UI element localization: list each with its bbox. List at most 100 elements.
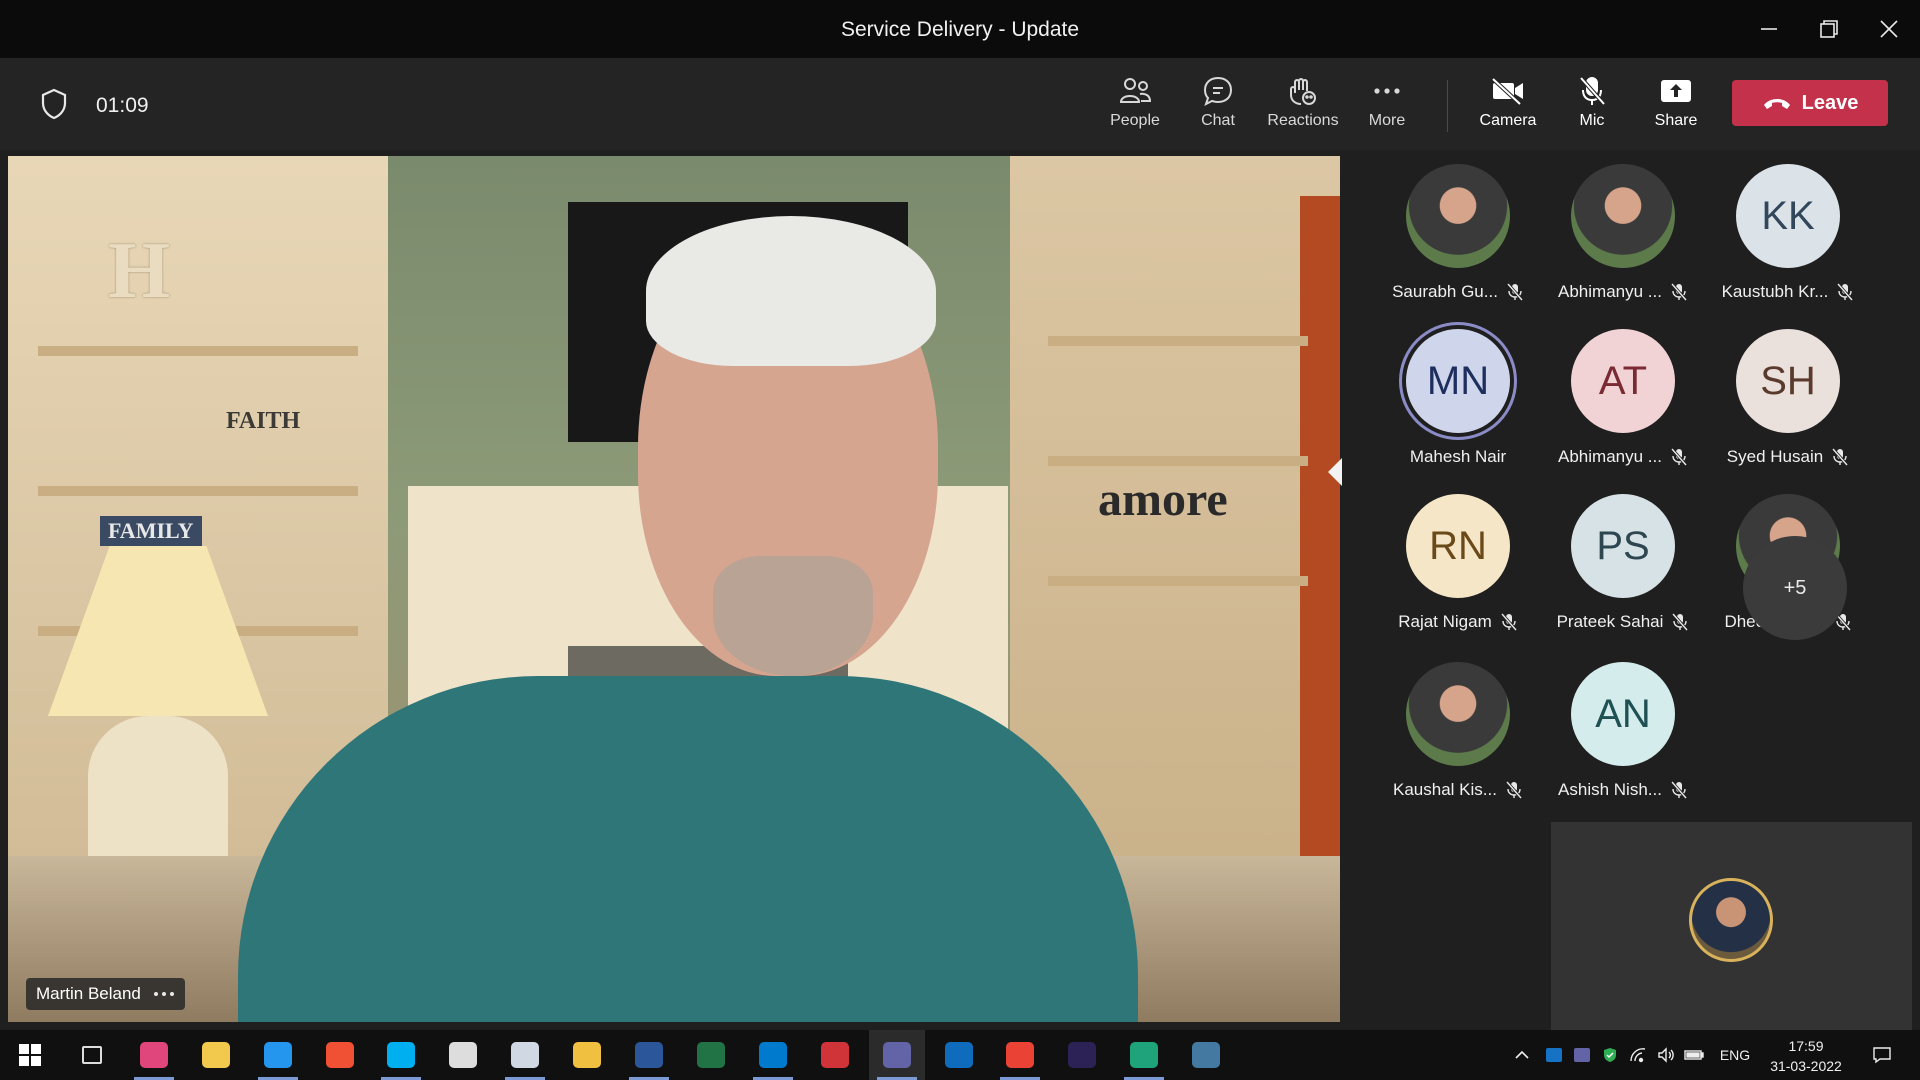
participant-tile[interactable]: AN Ashish Nish... [1548,662,1698,812]
meeting-toolbar: 01:09 People Chat Reactions More Camera … [0,58,1920,150]
share-icon [1636,70,1716,112]
taskbar-word-button[interactable] [621,1030,677,1080]
meeting-timer: 01:09 [96,94,149,117]
shield-icon[interactable] [40,88,68,125]
participant-name-row: Rajat Nigam [1383,612,1533,632]
more-button[interactable]: More [1347,70,1427,140]
box-icon [573,1042,602,1068]
taskbar-outlook-button[interactable] [931,1030,987,1080]
title-bar: Service Delivery - Update [0,0,1920,58]
participant-name: Syed Husain [1726,447,1824,466]
participant-tile[interactable]: KK Kaustubh Kr... [1713,164,1863,314]
participant-tile[interactable]: SH Syed Husain [1713,329,1863,479]
word-icon [635,1042,663,1068]
ellipsis-icon[interactable] [153,991,175,997]
chevron-up-icon[interactable] [1508,1030,1536,1080]
more-label: More [1368,112,1406,129]
participant-name-row: Ashish Nish... [1548,780,1698,800]
speaker-video: H FAITH FAMILY amore Martin Beland [8,156,1340,1022]
mic-muted-icon [1670,448,1688,466]
participant-photo [1571,164,1675,268]
participant-tile[interactable]: AT Abhimanyu ... [1548,329,1698,479]
participant-name-row: Kaustubh Kr... [1713,282,1863,302]
mic-muted-icon [1672,613,1689,631]
docker-icon [263,1042,292,1068]
eclipse-icon [1068,1042,1097,1068]
leave-button[interactable]: Leave [1732,80,1888,126]
shield-check-icon[interactable] [1596,1030,1624,1080]
outlook-tray-icon[interactable] [1540,1030,1568,1080]
taskbar-mysql-button[interactable] [1178,1030,1234,1080]
taskbar-chrome-button[interactable] [992,1030,1048,1080]
close-button[interactable] [1860,0,1918,58]
people-label: People [1110,112,1160,129]
participant-name-row: Syed Husain [1713,447,1863,467]
teams-tray-icon[interactable] [1568,1030,1596,1080]
mic-muted-icon [1505,781,1523,799]
outlook-icon [944,1042,973,1068]
restore-button[interactable] [1800,0,1858,58]
participant-tile[interactable]: MN Mahesh Nair [1383,329,1533,479]
mic-muted-icon [1506,283,1524,301]
taskbar-edge-button[interactable] [1116,1030,1172,1080]
taskbar-git-button[interactable] [312,1030,368,1080]
participant-tile[interactable]: Kaushal Kis... [1383,662,1533,812]
participant-initials: MN [1406,329,1510,433]
self-avatar [1689,878,1773,962]
wifi-icon[interactable] [1624,1030,1652,1080]
taskbar-file-explorer-button[interactable] [188,1030,244,1080]
participant-tile[interactable]: Saurabh Gu... [1383,164,1533,314]
leave-label: Leave [1801,91,1859,114]
mysql-icon [1192,1042,1221,1068]
mic-label: Mic [1579,112,1605,129]
wall-word-amore: amore [1098,473,1228,526]
people-icon [1095,70,1175,112]
participant-tile[interactable]: PS Prateek Sahai [1548,494,1698,644]
chat-label: Chat [1201,112,1235,129]
reactions-button[interactable]: Reactions [1263,70,1343,140]
participant-photo [1406,662,1510,766]
participant-tile[interactable]: RN Rajat Nigam [1383,494,1533,644]
wall-letter-h: H [108,227,171,315]
taskbar-start-button[interactable] [2,1030,58,1080]
taskbar-skype-button[interactable] [373,1030,429,1080]
taskbar-vscode-button[interactable] [745,1030,801,1080]
minimize-button[interactable] [1740,0,1798,58]
paint-icon [139,1042,168,1068]
taskbar-firewall-button[interactable] [807,1030,863,1080]
overflow-participants[interactable]: +5 [1720,536,1870,686]
taskbar-penguin-button[interactable] [435,1030,491,1080]
share-label: Share [1654,112,1698,129]
participant-initials: RN [1406,494,1510,598]
speaker-name-tag[interactable]: Martin Beland [26,978,185,1010]
mic-button[interactable]: Mic [1552,70,1632,140]
taskbar-eclipse-button[interactable] [1054,1030,1110,1080]
meeting-stage: H FAITH FAMILY amore Martin Beland Saura… [0,150,1920,1030]
edge-icon [1130,1042,1159,1068]
taskbar-excel-button[interactable] [683,1030,739,1080]
chat-button[interactable]: Chat [1178,70,1258,140]
volume-icon[interactable] [1652,1030,1680,1080]
participant-name: Prateek Sahai [1556,612,1664,631]
notifications-icon[interactable] [1862,1030,1902,1080]
mic-muted-icon [1500,613,1517,631]
camera-button[interactable]: Camera [1468,70,1548,140]
chrome-icon [1006,1042,1035,1068]
share-button[interactable]: Share [1636,70,1716,140]
taskbar-virtualbox-button[interactable] [497,1030,553,1080]
taskbar-box-button[interactable] [559,1030,615,1080]
taskbar-task-view-button[interactable] [64,1030,120,1080]
participant-tile[interactable]: Abhimanyu ... [1548,164,1698,314]
taskbar-paint-button[interactable] [126,1030,182,1080]
windows-taskbar: ENG 17:59 31-03-2022 [0,1030,1920,1080]
toolbar-divider [1447,80,1448,132]
people-button[interactable]: People [1095,70,1175,140]
participant-name: Abhimanyu ... [1558,447,1662,466]
system-clock[interactable]: 17:59 31-03-2022 [1758,1036,1854,1076]
battery-icon[interactable] [1680,1030,1708,1080]
mic-muted-icon [1670,781,1688,799]
language-indicator: ENG [1719,1047,1751,1063]
taskbar-docker-button[interactable] [250,1030,306,1080]
taskbar-teams-button[interactable] [868,1030,925,1080]
input-language[interactable]: ENG [1714,1030,1756,1080]
